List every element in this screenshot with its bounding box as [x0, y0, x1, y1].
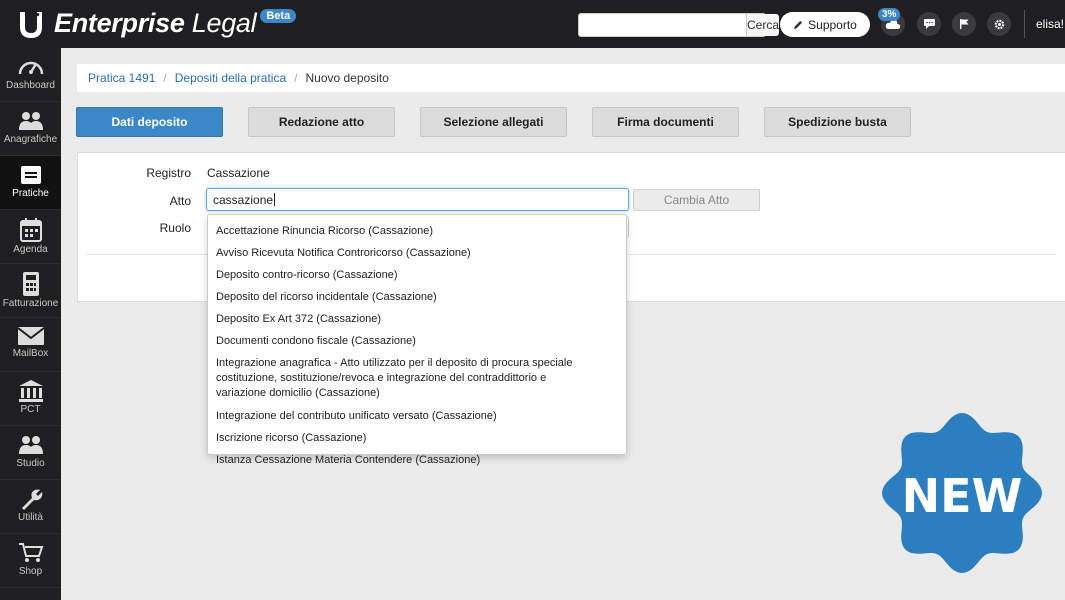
logo-mark-icon — [20, 11, 42, 38]
breadcrumb: Pratica 1491 / Depositi della pratica / … — [77, 64, 1065, 92]
sidebar-item-pratiche[interactable]: Pratiche — [0, 156, 61, 210]
breadcrumb-link[interactable]: Pratica 1491 — [88, 71, 155, 85]
dropdown-option[interactable]: Deposito contro-ricorso (Cassazione) — [208, 265, 626, 285]
registro-value: Cassazione — [207, 166, 270, 180]
atto-autocomplete-dropdown: Accettazione Rinuncia Ricorso (Cassazion… — [207, 214, 627, 466]
dropdown-option[interactable]: Deposito Ex Art 372 (Cassazione) — [208, 309, 626, 329]
step-spedizione-busta[interactable]: Spedizione busta — [764, 107, 911, 137]
gear-icon — [994, 19, 1004, 29]
pencil-icon — [794, 20, 803, 30]
users-icon — [18, 436, 43, 454]
top-divider — [1024, 10, 1025, 38]
sidebar-label: Dashboard — [6, 80, 55, 91]
courthouse-icon — [18, 380, 43, 402]
sidebar-label: Pratiche — [12, 188, 49, 199]
users-icon — [18, 112, 43, 130]
dropdown-option[interactable]: Deposito del ricorso incidentale (Cassaz… — [208, 287, 626, 307]
dropdown-option[interactable]: Integrazione del contributo unificato ve… — [208, 406, 626, 426]
sidebar-item-studio[interactable]: Studio — [0, 426, 61, 480]
chat-icon — [923, 19, 935, 29]
sidebar-label: Utilità — [17, 512, 43, 523]
dropdown-option[interactable]: Accettazione Rinuncia Ricorso (Cassazion… — [208, 221, 626, 241]
support-label: Supporto — [808, 17, 857, 32]
support-button[interactable]: Supporto — [780, 12, 870, 37]
global-search: Cerca — [578, 13, 780, 37]
sidebar-label: MailBox — [12, 348, 49, 359]
sidebar-item-fatturazione[interactable]: Fatturazione — [0, 264, 61, 318]
settings-button[interactable] — [987, 12, 1011, 36]
ruolo-label: Ruolo — [159, 221, 191, 235]
flag-icon — [959, 19, 968, 29]
sidebar-label: Fatturazione — [2, 298, 59, 309]
search-button[interactable]: Cerca — [746, 14, 780, 36]
sidebar: Dashboard Anagrafiche Pratiche Agenda Fa… — [0, 48, 61, 600]
envelope-icon — [16, 327, 45, 345]
search-input[interactable] — [579, 14, 746, 36]
atto-label: Atto — [169, 194, 191, 208]
sidebar-item-agenda[interactable]: Agenda — [0, 210, 61, 264]
breadcrumb-separator: / — [163, 71, 167, 85]
sidebar-label: PCT — [20, 404, 41, 415]
atto-input-value: cassazione — [213, 192, 274, 207]
sidebar-label: Anagrafiche — [3, 134, 58, 145]
cloud-usage-badge: 3% — [878, 8, 901, 21]
flag-button[interactable] — [952, 12, 976, 36]
brand-logo[interactable]: Enterprise Legal Beta — [16, 8, 297, 39]
calendar-icon — [19, 218, 42, 242]
user-menu[interactable]: elisa! — [1036, 17, 1064, 31]
breadcrumb-link[interactable]: Depositi della pratica — [175, 71, 286, 85]
atto-input[interactable]: cassazione — [206, 188, 629, 211]
cart-icon — [18, 543, 43, 562]
sidebar-item-dashboard[interactable]: Dashboard — [0, 48, 61, 102]
step-redazione-atto[interactable]: Redazione atto — [248, 107, 395, 137]
calculator-icon — [22, 272, 39, 296]
dropdown-option[interactable]: Documenti condono fiscale (Cassazione) — [208, 331, 626, 351]
dropdown-option[interactable]: Iscrizione ricorso (Cassazione) — [208, 428, 626, 448]
beta-badge: Beta — [260, 8, 297, 23]
messages-button[interactable] — [917, 12, 941, 36]
breadcrumb-separator: / — [294, 71, 298, 85]
sidebar-item-anagrafiche[interactable]: Anagrafiche — [0, 102, 61, 156]
wrench-icon — [21, 489, 42, 510]
brand-name: Enterprise Legal — [54, 8, 257, 38]
folder-icon — [20, 166, 41, 184]
new-badge-text: NEW — [902, 469, 1023, 523]
breadcrumb-current: Nuovo deposito — [305, 71, 389, 85]
sidebar-label: Shop — [18, 566, 43, 577]
registro-label: Registro — [146, 166, 191, 180]
sidebar-item-mailbox[interactable]: MailBox — [0, 318, 61, 372]
cambia-atto-button[interactable]: Cambia Atto — [633, 189, 760, 211]
sidebar-label: Studio — [16, 458, 45, 469]
dropdown-option[interactable]: Avviso Ricevuta Notifica Controricorso (… — [208, 243, 626, 263]
sidebar-item-shop[interactable]: Shop — [0, 534, 61, 588]
step-selezione-allegati[interactable]: Selezione allegati — [420, 107, 567, 137]
new-badge: NEW — [882, 413, 1042, 573]
gauge-icon — [18, 61, 43, 75]
step-dati-deposito[interactable]: Dati deposito — [76, 107, 223, 137]
sidebar-item-utilita[interactable]: Utilità — [0, 480, 61, 534]
dropdown-option[interactable]: Istanza Cessazione Materia Contendere (C… — [208, 450, 626, 470]
step-firma-documenti[interactable]: Firma documenti — [592, 107, 739, 137]
dropdown-option[interactable]: Integrazione anagrafica - Atto utilizzat… — [208, 353, 626, 404]
text-caret — [274, 193, 276, 206]
sidebar-label: Agenda — [13, 244, 48, 255]
top-bar: Enterprise Legal Beta Cerca Supporto 3% … — [0, 0, 1065, 48]
sidebar-item-pct[interactable]: PCT — [0, 372, 61, 426]
